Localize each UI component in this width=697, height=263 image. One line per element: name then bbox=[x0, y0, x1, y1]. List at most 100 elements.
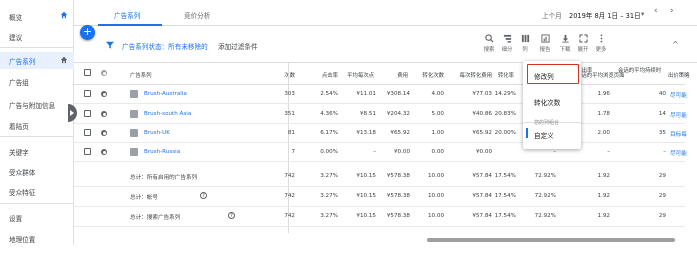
totals-label: 总计：所有启用的广告系列 bbox=[130, 175, 198, 181]
cell-c10: 35 bbox=[658, 130, 666, 136]
sidebar-item-keywords[interactable]: 关键字 bbox=[9, 147, 29, 157]
col-campaign[interactable]: 广告系列 bbox=[130, 71, 152, 79]
sidebar-item-settings[interactable]: 设置 bbox=[9, 213, 22, 223]
bid-strategy-link[interactable]: 尽可能 bbox=[670, 91, 687, 99]
date-range[interactable]: 2019年 8月 1日 – 31日 bbox=[569, 10, 641, 20]
col-avg-cpc[interactable]: 平均每次点 bbox=[342, 71, 374, 79]
table-row[interactable]: Brush-Australia 303 2.54% ¥11.01 ¥308.14 4.00… bbox=[74, 85, 687, 104]
menu-item-custom[interactable]: 自定义 bbox=[523, 130, 581, 140]
total-c9: 1.92 bbox=[597, 193, 610, 199]
cell-c5: 5.00 bbox=[431, 111, 444, 117]
table-row[interactable]: Brush-south Asia 351 4.36% ¥8.51 ¥204.32 5.00… bbox=[74, 105, 687, 124]
cell-c7: 20.00% bbox=[494, 130, 516, 136]
filter-chip-status[interactable]: 广告系列状态：所有未移除的 bbox=[122, 41, 208, 51]
total-c10: 29 bbox=[658, 213, 666, 219]
sidebar-item-campaigns[interactable]: 广告系列 bbox=[9, 56, 35, 66]
search-campaign-icon bbox=[130, 90, 138, 98]
more-tool-label: 更多 bbox=[595, 47, 607, 53]
col-bid-strategy[interactable]: 出价策略 bbox=[668, 71, 690, 79]
horizontal-scrollbar[interactable] bbox=[427, 238, 675, 242]
table-row[interactable]: Brush-Russia 7 0.00% – ¥0.00 0.00 ¥0.00– – – 尽可能 bbox=[74, 143, 687, 162]
collapse-toolbar-icon[interactable]: ^ bbox=[672, 40, 679, 49]
cell-c7: 20.83% bbox=[494, 111, 516, 117]
top-tab-bar: 广告系列 竞价分析 上个月 2019年 8月 1日 – 31日 ▾ ‹ › bbox=[74, 0, 697, 26]
tab-auction-insights[interactable]: 竞价分析 bbox=[184, 10, 210, 20]
row-checkbox[interactable] bbox=[84, 148, 91, 155]
total-c10: 29 bbox=[658, 173, 666, 179]
date-dropdown-icon[interactable]: ▾ bbox=[641, 10, 644, 18]
campaign-name-link[interactable]: Brush-Russia bbox=[144, 149, 180, 155]
home-icon[interactable] bbox=[60, 11, 68, 19]
sidebar-item-ads-extensions[interactable]: 广告与附加信息 bbox=[9, 100, 55, 110]
col-conversions[interactable]: 转化次数 bbox=[416, 71, 444, 79]
search-tool[interactable]: 搜索 bbox=[480, 34, 498, 53]
columns-tool[interactable]: 列 bbox=[516, 34, 534, 53]
row-checkbox[interactable] bbox=[84, 110, 91, 117]
menu-item-modify-columns[interactable]: 修改列 bbox=[523, 71, 581, 81]
col-avg-duration[interactable]: 会话的平均持续时 bbox=[618, 66, 661, 74]
cell-c1: 303 bbox=[284, 91, 295, 97]
sidebar-item-overview[interactable]: 概览 bbox=[9, 12, 22, 22]
sidebar-item-recommendations[interactable]: 建议 bbox=[9, 32, 22, 42]
download-tool-label: 下载 bbox=[559, 47, 571, 53]
col-ctr[interactable]: 点击率 bbox=[312, 71, 338, 79]
expand-tool[interactable]: 展开 bbox=[574, 34, 592, 53]
download-icon bbox=[561, 34, 569, 43]
row-checkbox[interactable] bbox=[84, 129, 91, 136]
row-checkbox[interactable] bbox=[84, 90, 91, 97]
left-navigation: 概览 建议 广告系列 广告组 广告与附加信息 着陆页 关键字 受众群体 受众特征… bbox=[0, 0, 77, 245]
status-enabled-icon[interactable] bbox=[101, 91, 107, 97]
download-tool[interactable]: 下载 bbox=[556, 34, 574, 53]
status-enabled-icon[interactable] bbox=[101, 149, 107, 155]
sidebar-divider bbox=[0, 47, 74, 48]
cell-c3: ¥8.51 bbox=[359, 111, 376, 117]
total-c9: 1.92 bbox=[597, 173, 610, 179]
more-tool[interactable]: 更多 bbox=[592, 34, 610, 53]
total-c4: ¥578.38 bbox=[386, 193, 410, 199]
sidebar-item-audiences[interactable]: 受众群体 bbox=[9, 167, 35, 177]
add-filter-button[interactable]: 添加过滤条件 bbox=[218, 41, 258, 51]
status-enabled-icon[interactable] bbox=[101, 111, 107, 117]
home-icon[interactable] bbox=[60, 56, 68, 64]
col-cost-per-conv[interactable]: 每次转化费用 bbox=[452, 71, 492, 79]
date-next-icon[interactable]: › bbox=[670, 6, 674, 16]
total-c9: 1.92 bbox=[597, 213, 610, 219]
status-enabled-icon[interactable] bbox=[101, 130, 107, 136]
bid-strategy-link[interactable]: 尽可能 bbox=[670, 111, 687, 119]
reports-tool[interactable]: 报告 bbox=[536, 34, 554, 53]
total-c4: ¥578.38 bbox=[386, 213, 410, 219]
total-c3: ¥10.15 bbox=[356, 193, 376, 199]
bid-strategy-link[interactable]: 尽可能 bbox=[670, 149, 687, 157]
sidebar-item-locations[interactable]: 地理位置 bbox=[9, 234, 35, 244]
tab-campaigns[interactable]: 广告系列 bbox=[114, 10, 140, 20]
sidebar-item-adgroups[interactable]: 广告组 bbox=[9, 77, 29, 87]
sidebar-item-landing-pages[interactable]: 着陆页 bbox=[9, 121, 29, 131]
total-c5: 10.00 bbox=[427, 213, 444, 219]
total-c1: 742 bbox=[284, 173, 295, 179]
date-previous-icon[interactable]: ‹ bbox=[654, 6, 658, 16]
cell-c5: 0.00 bbox=[431, 149, 444, 155]
bid-strategy-link[interactable]: 目标每 bbox=[670, 130, 687, 138]
totals-row: 总计：帐号? 742 3.27% ¥10.15 ¥578.38 10.00 ¥57.84 17… bbox=[74, 187, 685, 207]
sidebar-item-demographics[interactable]: 受众特征 bbox=[9, 187, 35, 197]
help-icon[interactable]: ? bbox=[200, 192, 207, 199]
col-conv-rate[interactable]: 转化率 bbox=[494, 71, 514, 79]
search-tool-label: 搜索 bbox=[483, 47, 495, 53]
totals-row: 总计：搜索广告系列? 742 3.27% ¥10.15 ¥578.38 10.00 ¥57.… bbox=[74, 207, 685, 227]
total-c6: ¥57.84 bbox=[472, 193, 492, 199]
select-all-checkbox[interactable] bbox=[84, 69, 91, 76]
total-c6: ¥57.84 bbox=[472, 213, 492, 219]
cell-c10: 14 bbox=[658, 111, 666, 117]
total-c3: ¥10.15 bbox=[356, 213, 376, 219]
help-icon[interactable]: ? bbox=[228, 212, 235, 219]
campaign-name-link[interactable]: Brush-UK bbox=[144, 130, 170, 136]
col-cost[interactable]: 费用 bbox=[388, 71, 408, 79]
campaign-name-link[interactable]: Brush-south Asia bbox=[144, 111, 191, 117]
date-preset[interactable]: 上个月 bbox=[542, 10, 562, 20]
expand-tool-label: 展开 bbox=[577, 47, 589, 53]
campaign-name-link[interactable]: Brush-Australia bbox=[144, 91, 187, 97]
table-row[interactable]: Brush-UK 81 6.17% ¥13.18 ¥65.92 1.00 ¥65.92 20.… bbox=[74, 124, 687, 143]
segment-tool[interactable]: 细分 bbox=[498, 34, 516, 53]
filter-icon[interactable] bbox=[106, 41, 114, 49]
menu-item-conversions[interactable]: 转化次数 bbox=[523, 97, 581, 107]
